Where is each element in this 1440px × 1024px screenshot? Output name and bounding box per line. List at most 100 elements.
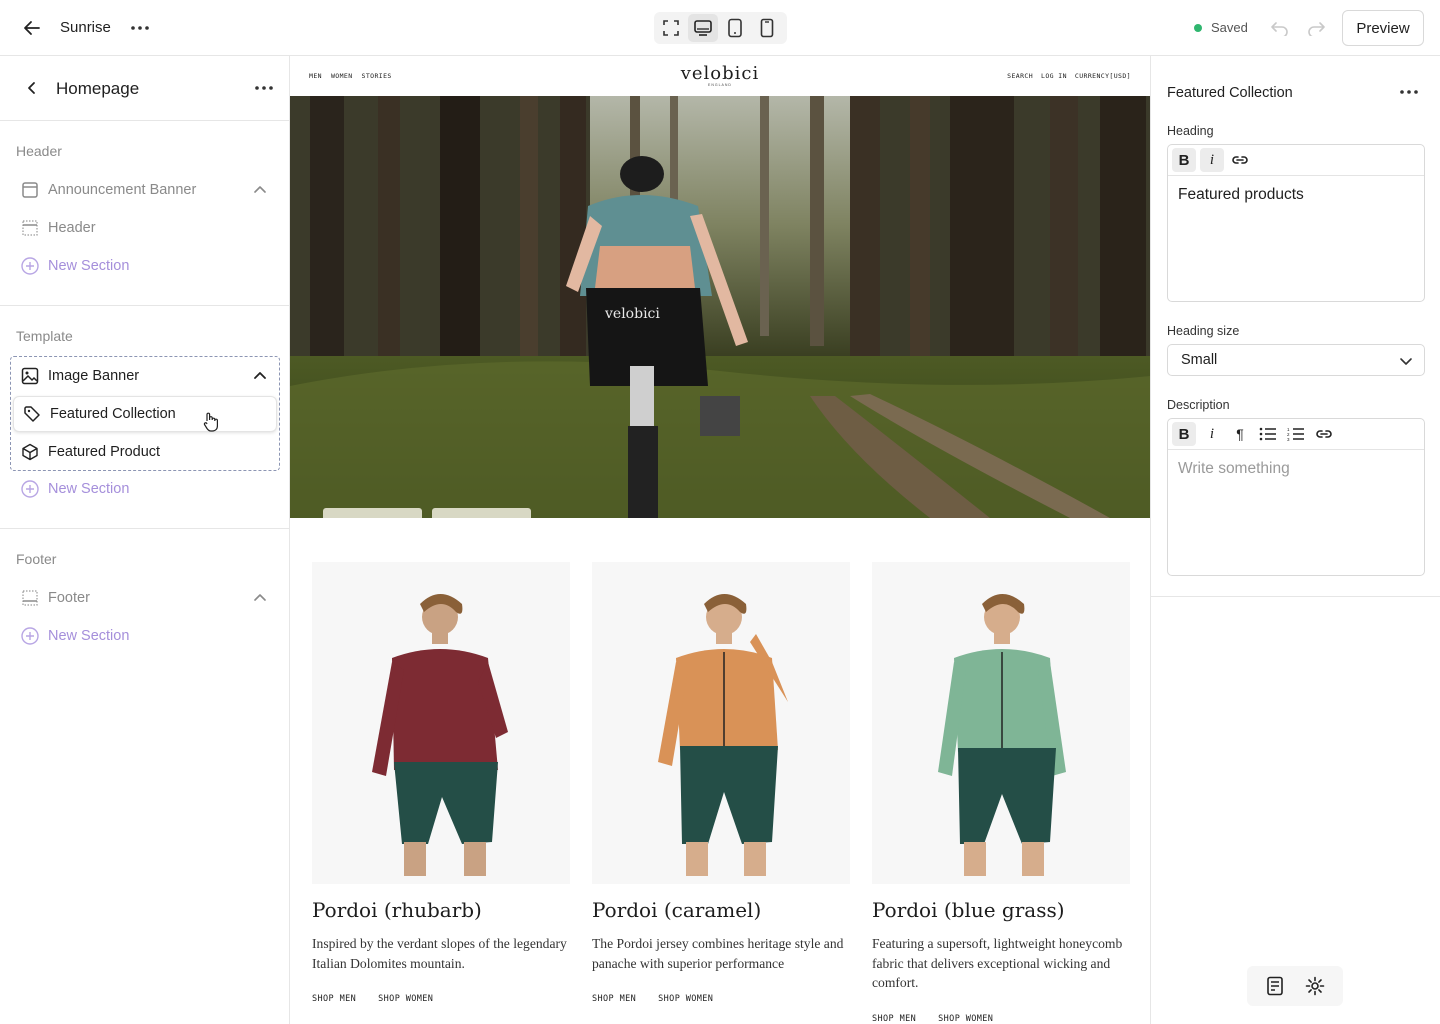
chevron-up-icon[interactable] xyxy=(252,368,268,384)
description-toolbar: B i ¶ 123 xyxy=(1168,419,1424,450)
section-label: Announcement Banner xyxy=(48,182,197,198)
preview-button[interactable]: Preview xyxy=(1342,10,1424,46)
product-card[interactable]: Pordoi (rhubarb) Inspired by the verdant… xyxy=(312,562,570,1004)
product-name[interactable]: Pordoi (caramel) xyxy=(592,898,761,922)
shop-men-link[interactable]: SHOP MEN xyxy=(312,994,356,1004)
italic-button[interactable]: i xyxy=(1200,422,1224,446)
hero-button-women[interactable]: HAMMER WOMEN xyxy=(432,508,531,518)
document-icon[interactable] xyxy=(1263,974,1287,998)
heading-size-select[interactable]: Small xyxy=(1167,344,1425,376)
section-header[interactable]: Header xyxy=(12,210,278,246)
section-label: Featured Collection xyxy=(50,406,176,422)
nav-link-currency[interactable]: CURRENCY[USD] xyxy=(1075,72,1131,80)
heading-size-value: Small xyxy=(1181,352,1218,368)
chevron-up-icon[interactable] xyxy=(252,590,268,606)
more-options-icon[interactable] xyxy=(126,14,154,42)
description-input[interactable]: Write something xyxy=(1168,450,1424,488)
section-label: Footer xyxy=(48,590,90,606)
heading-input[interactable]: Featured products xyxy=(1168,176,1424,214)
gear-icon[interactable] xyxy=(1303,974,1327,998)
nav-link-men[interactable]: MEN xyxy=(309,72,322,80)
link-icon[interactable] xyxy=(1312,422,1336,446)
status-text: Saved xyxy=(1211,20,1248,35)
nav-link-women[interactable]: WOMEN xyxy=(331,72,353,80)
product-links: SHOP MEN SHOP WOMEN xyxy=(592,994,713,1004)
section-footer[interactable]: Footer xyxy=(12,580,278,616)
sections-panel-header: Homepage xyxy=(0,56,289,121)
heading-editor: B i Featured products xyxy=(1167,144,1425,302)
shop-men-link[interactable]: SHOP MEN xyxy=(872,1014,916,1024)
product-card[interactable]: Pordoi (blue grass) Featuring a supersof… xyxy=(872,562,1130,1024)
product-links: SHOP MEN SHOP WOMEN xyxy=(312,994,433,1004)
bold-button[interactable]: B xyxy=(1172,422,1196,446)
product-image[interactable] xyxy=(312,562,570,884)
group-label-header: Header xyxy=(16,143,62,159)
back-arrow-icon[interactable] xyxy=(18,14,46,42)
save-status: Saved xyxy=(1194,20,1248,35)
chevron-up-icon[interactable] xyxy=(252,182,268,198)
mobile-icon[interactable] xyxy=(752,14,782,42)
footer-grid-icon xyxy=(20,588,40,608)
add-section-footer[interactable]: New Section xyxy=(12,618,278,654)
section-image-banner[interactable]: Image Banner xyxy=(12,358,278,394)
status-dot xyxy=(1194,23,1202,32)
product-card[interactable]: Pordoi (caramel) The Pordoi jersey combi… xyxy=(592,562,850,1004)
product-description: Featuring a supersoft, lightweight honey… xyxy=(872,936,1123,990)
header-grid-icon xyxy=(20,218,40,238)
section-announcement-banner[interactable]: Announcement Banner xyxy=(12,172,278,208)
heading-toolbar: B i xyxy=(1168,145,1424,176)
group-label-template: Template xyxy=(16,328,73,344)
plus-circle-icon xyxy=(20,256,40,276)
product-description: The Pordoi jersey combines heritage styl… xyxy=(592,936,844,971)
hero-forest-image: velobici xyxy=(290,96,1150,518)
product-name[interactable]: Pordoi (blue grass) xyxy=(872,898,1065,922)
product-image[interactable] xyxy=(872,562,1130,884)
hero-button-men[interactable]: HAMMER MEN xyxy=(323,508,422,518)
fullscreen-icon[interactable] xyxy=(656,14,686,42)
chevron-left-icon[interactable] xyxy=(20,76,44,100)
product-name[interactable]: Pordoi (rhubarb) xyxy=(312,898,482,922)
product-links: SHOP MEN SHOP WOMEN xyxy=(872,1014,993,1024)
heading-label: Heading xyxy=(1167,124,1214,138)
panel-bottom-toolbar xyxy=(1247,966,1343,1006)
nav-link-search[interactable]: SEARCH xyxy=(1007,72,1033,80)
italic-button[interactable]: i xyxy=(1200,148,1224,172)
add-section-header[interactable]: New Section xyxy=(12,248,278,284)
chevron-down-icon xyxy=(1398,353,1414,369)
product-image[interactable] xyxy=(592,562,850,884)
section-featured-product[interactable]: Featured Product xyxy=(12,434,278,470)
device-switcher xyxy=(654,12,787,44)
hero-jersey-text: velobici xyxy=(604,306,660,322)
shop-men-link[interactable]: SHOP MEN xyxy=(592,994,636,1004)
desktop-icon[interactable] xyxy=(688,14,718,42)
undo-icon[interactable] xyxy=(1266,14,1294,42)
tablet-icon[interactable] xyxy=(720,14,750,42)
layout-icon xyxy=(20,180,40,200)
divider xyxy=(0,528,289,529)
redo-icon[interactable] xyxy=(1302,14,1330,42)
store-logo-subtitle: ENGLAND xyxy=(708,83,732,87)
paragraph-button[interactable]: ¶ xyxy=(1228,422,1252,446)
section-featured-collection[interactable]: Featured Collection xyxy=(13,396,277,432)
more-options-icon[interactable] xyxy=(250,74,278,102)
more-options-icon[interactable] xyxy=(1395,78,1423,106)
hand-cursor-icon xyxy=(202,411,220,433)
add-section-label: New Section xyxy=(48,628,130,644)
bold-button[interactable]: B xyxy=(1172,148,1196,172)
description-editor: B i ¶ 123 Write something xyxy=(1167,418,1425,576)
numbered-list-icon[interactable]: 123 xyxy=(1284,422,1308,446)
svg-text:3: 3 xyxy=(1287,437,1290,441)
divider xyxy=(0,305,289,306)
group-label-footer: Footer xyxy=(16,551,57,567)
shop-women-link[interactable]: SHOP WOMEN xyxy=(938,1014,993,1024)
bullet-list-icon[interactable] xyxy=(1256,422,1280,446)
link-icon[interactable] xyxy=(1228,148,1252,172)
store-nav-right: SEARCH LOG IN CURRENCY[USD] xyxy=(1007,72,1131,80)
nav-link-stories[interactable]: STORIES xyxy=(362,72,392,80)
shop-women-link[interactable]: SHOP WOMEN xyxy=(378,994,433,1004)
add-section-template[interactable]: New Section xyxy=(12,471,278,507)
image-banner[interactable]: velobici HAMMER MEN HAMMER WOMEN xyxy=(290,96,1150,518)
shop-women-link[interactable]: SHOP WOMEN xyxy=(658,994,713,1004)
nav-link-login[interactable]: LOG IN xyxy=(1041,72,1067,80)
store-logo[interactable]: velobici xyxy=(670,63,770,84)
